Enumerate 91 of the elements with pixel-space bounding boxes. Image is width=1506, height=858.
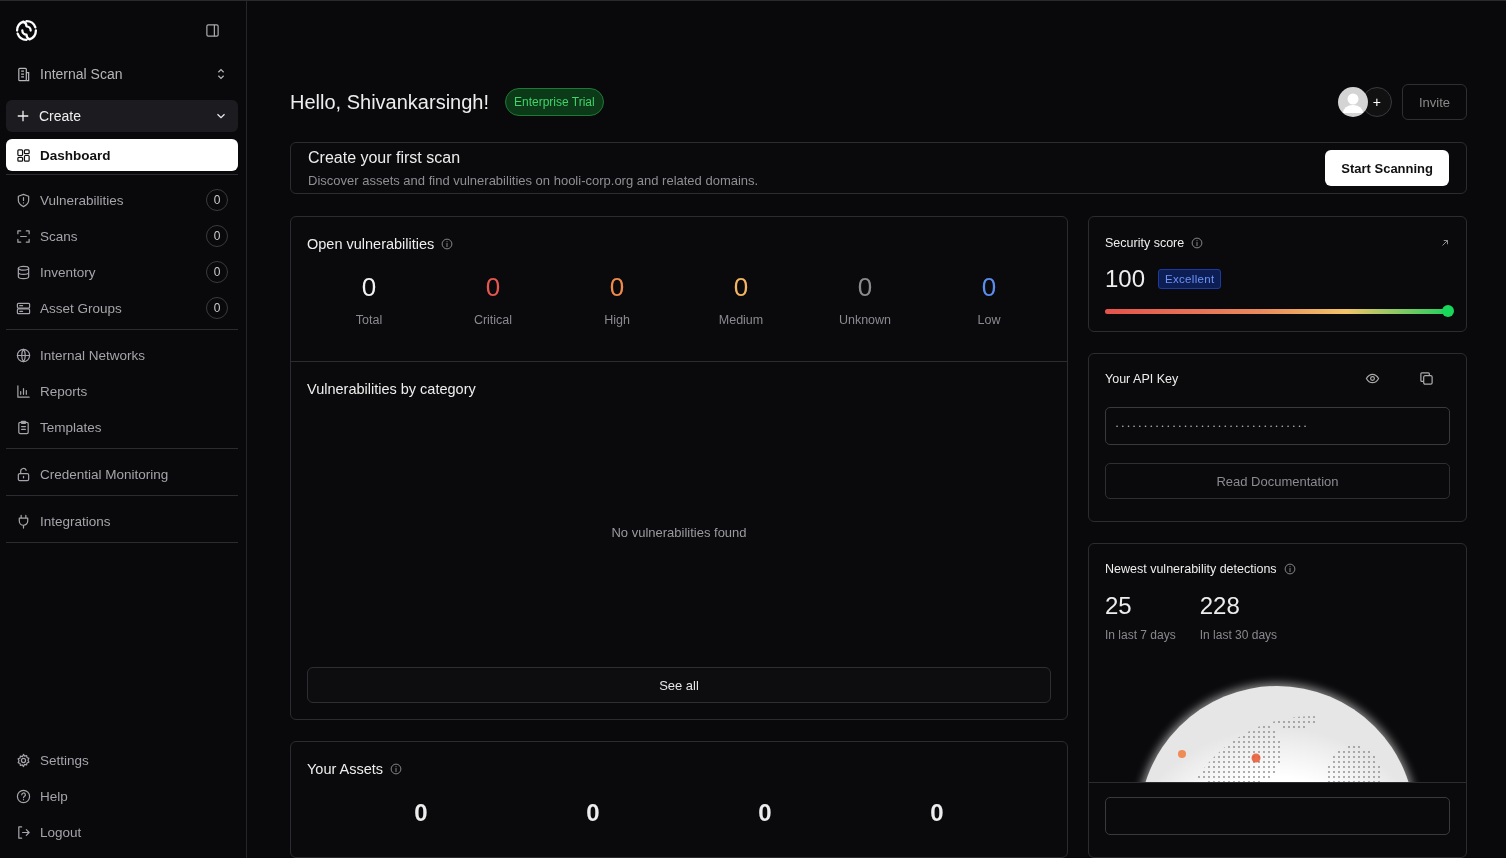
nav-item[interactable]: Logout: [6, 814, 238, 850]
greeting: Hello, Shivankarsingh!: [290, 90, 489, 114]
info-icon[interactable]: [441, 238, 454, 250]
see-all-button[interactable]: See all: [307, 667, 1051, 703]
asset-count: 0: [758, 799, 772, 827]
stat-value: 0: [609, 272, 625, 303]
nav-label: Credential Monitoring: [40, 466, 170, 482]
nav-label: Integrations: [40, 513, 112, 529]
stat-value: 0: [485, 272, 501, 303]
nav-item[interactable]: Scans 0: [6, 218, 238, 254]
building-icon: [16, 66, 31, 82]
start-scanning-button[interactable]: Start Scanning: [1325, 150, 1449, 186]
search-field[interactable]: [1105, 797, 1450, 835]
nav-item[interactable]: Inventory 0: [6, 254, 238, 290]
card-title: Your API Key: [1105, 371, 1180, 386]
help-icon: [16, 788, 31, 804]
stat-label: Low: [977, 313, 1001, 327]
card-title: Newest vulnerability detections: [1105, 562, 1277, 576]
copy-icon[interactable]: [1419, 371, 1434, 386]
nav-item[interactable]: Templates: [6, 409, 238, 445]
expand-icon[interactable]: [1440, 238, 1450, 248]
stat-value: 0: [981, 272, 997, 303]
empty-message: No vulnerabilities found: [611, 524, 747, 540]
info-icon[interactable]: [1191, 237, 1204, 249]
stat-value: 0: [733, 272, 749, 303]
section-title: Vulnerabilities by category: [307, 381, 476, 397]
sidebar-toggle-icon[interactable]: [205, 22, 220, 38]
shield-icon: [16, 192, 31, 208]
info-icon[interactable]: [390, 763, 403, 775]
nav-item[interactable]: Asset Groups 0: [6, 290, 238, 326]
logout-icon: [16, 824, 31, 840]
asset-count: 0: [930, 799, 944, 827]
stat-value: 0: [857, 272, 873, 303]
nav-label: Templates: [40, 419, 103, 435]
score-value: 100: [1105, 265, 1146, 293]
nav-label: Asset Groups: [40, 300, 123, 316]
detection-period: In last 30 days: [1199, 628, 1278, 642]
dashboard-icon: [16, 147, 31, 163]
nav-label: Scans: [40, 228, 79, 244]
bar-chart-icon: [16, 383, 31, 399]
nav-label: Settings: [40, 752, 90, 768]
detection-count: 25: [1105, 592, 1133, 620]
nav-item[interactable]: Internal Networks: [6, 337, 238, 373]
detection-period: In last 7 days: [1105, 628, 1176, 642]
stat-value: 0: [361, 272, 377, 303]
detection-count: 228: [1199, 592, 1241, 620]
globe-icon: [16, 347, 31, 363]
stat-label: Medium: [718, 313, 764, 327]
clipboard-icon: [16, 419, 31, 435]
nav-label: Inventory: [40, 264, 97, 280]
banner-description: Discover assets and find vulnerabilities on hooli-corp.org and related domains.: [308, 172, 760, 188]
stat-label: Total: [355, 313, 383, 327]
lock-icon: [16, 466, 31, 482]
stat-label: Unknown: [838, 313, 892, 327]
settings-icon: [16, 752, 31, 768]
nav-item[interactable]: Vulnerabilities 0: [6, 182, 238, 218]
nav-label: Dashboard: [40, 147, 112, 163]
nav-item[interactable]: Reports: [6, 373, 238, 409]
invite-button[interactable]: Invite: [1401, 84, 1467, 120]
nav-label: Internal Networks: [40, 347, 147, 363]
nav-item[interactable]: Integrations: [6, 503, 238, 539]
eye-icon[interactable]: [1365, 371, 1380, 386]
nav-label: Reports: [40, 383, 89, 399]
plan-badge: Enterprise Trial: [505, 88, 604, 116]
nav-label: Vulnerabilities: [40, 192, 125, 208]
plus-icon: [16, 109, 30, 123]
rating-badge: Excellent: [1158, 269, 1222, 289]
nav-label: Help: [40, 788, 69, 804]
nav-item[interactable]: Credential Monitoring: [6, 456, 238, 492]
nav-item[interactable]: Dashboard: [6, 139, 238, 171]
stat-label: Critical: [473, 313, 513, 327]
logo-icon[interactable]: [14, 17, 39, 43]
create-button[interactable]: Create: [6, 100, 238, 132]
server-icon: [16, 300, 31, 316]
read-documentation-button[interactable]: Read Documentation: [1105, 463, 1450, 499]
card-title: Your Assets: [307, 761, 384, 777]
nav-item[interactable]: Settings: [6, 742, 238, 778]
plug-icon: [16, 513, 31, 529]
stat-label: High: [604, 313, 630, 327]
banner-title: Create your first scan: [308, 148, 462, 167]
asset-count: 0: [586, 799, 600, 827]
card-title: Security score: [1105, 236, 1185, 250]
nav-label: Logout: [40, 824, 83, 840]
info-icon[interactable]: [1283, 563, 1296, 575]
avatar-icon[interactable]: [1337, 87, 1368, 117]
asset-count: 0: [414, 799, 428, 827]
database-icon: [16, 264, 31, 280]
workspace-switcher[interactable]: Internal Scan: [6, 58, 238, 90]
nav-item[interactable]: Help: [6, 778, 238, 814]
card-title: Open vulnerabilities: [307, 236, 435, 252]
scan-icon: [16, 228, 31, 244]
